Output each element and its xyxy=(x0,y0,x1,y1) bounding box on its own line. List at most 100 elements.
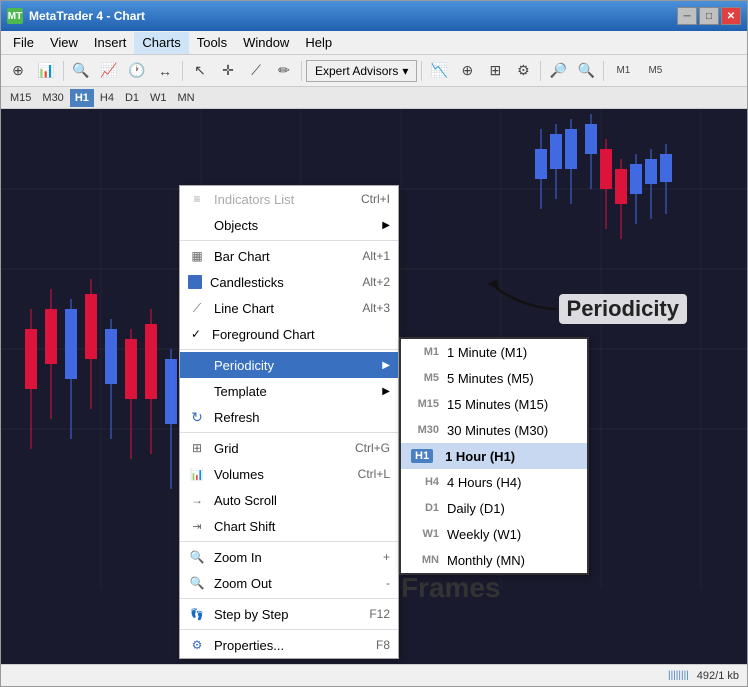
menu-insert[interactable]: Insert xyxy=(86,32,135,54)
period-m1-label: 1 Minute (M1) xyxy=(447,345,527,360)
zoom-out-icon: 🔍 xyxy=(188,574,206,592)
tf-h4[interactable]: H4 xyxy=(95,89,119,107)
app-icon: MT xyxy=(7,8,23,24)
menu-item-candlesticks[interactable]: Candlesticks Alt+2 xyxy=(180,269,398,295)
minimize-button[interactable]: ─ xyxy=(677,7,697,25)
period-m15-code: M15 xyxy=(411,398,439,410)
template-label: Template xyxy=(214,384,267,399)
period-m5[interactable]: M5 5 Minutes (M5) xyxy=(401,365,587,391)
period-m1[interactable]: M1 1 Minute (M1) xyxy=(401,339,587,365)
period-m5-btn[interactable]: M5 xyxy=(640,59,670,83)
zoom-in-btn[interactable]: 🔍 xyxy=(68,59,94,83)
memory-usage: 492/1 kb xyxy=(697,670,739,682)
expert-advisors-label: Expert Advisors xyxy=(315,64,398,78)
period-btn[interactable]: 🕐 xyxy=(124,59,150,83)
tf-w1[interactable]: W1 xyxy=(145,89,172,107)
period-m30-label: 30 Minutes (M30) xyxy=(447,423,548,438)
tf-m15[interactable]: M15 xyxy=(5,89,36,107)
tf-d1[interactable]: D1 xyxy=(120,89,144,107)
menu-window[interactable]: Window xyxy=(235,32,297,54)
period-h4-label: 4 Hours (H4) xyxy=(447,475,521,490)
expert-advisors-btn[interactable]: Expert Advisors ▾ xyxy=(306,60,417,82)
menu-item-line-chart[interactable]: ⟋ Line Chart Alt+3 xyxy=(180,295,398,321)
period-m1-btn[interactable]: M1 xyxy=(608,59,638,83)
zoom-out-shortcut: - xyxy=(386,576,390,590)
period-h4[interactable]: H4 4 Hours (H4) xyxy=(401,469,587,495)
period-mn[interactable]: MN Monthly (MN) xyxy=(401,547,587,573)
toolbar-sep-4 xyxy=(421,61,422,81)
period-d1[interactable]: D1 Daily (D1) xyxy=(401,495,587,521)
tf-h1[interactable]: H1 xyxy=(70,89,94,107)
menu-view[interactable]: View xyxy=(42,32,86,54)
foreground-chart-check-icon: ✓ xyxy=(188,327,204,341)
pen-btn[interactable]: ✏ xyxy=(271,59,297,83)
tf-m30[interactable]: M30 xyxy=(37,89,68,107)
menu-item-periodicity[interactable]: Periodicity ▶ xyxy=(180,352,398,378)
period-m15[interactable]: M15 15 Minutes (M15) xyxy=(401,391,587,417)
period-h1-active-box: H1 xyxy=(411,449,433,463)
maximize-button[interactable]: □ xyxy=(699,7,719,25)
menu-item-volumes[interactable]: 📊 Volumes Ctrl+L xyxy=(180,461,398,487)
menu-item-zoom-in[interactable]: 🔍 Zoom In + xyxy=(180,544,398,570)
menu-item-refresh[interactable]: ↻ Refresh xyxy=(180,404,398,430)
zoom-chart-btn[interactable]: ⊕ xyxy=(454,59,480,83)
scroll-btn[interactable]: ⊞ xyxy=(482,59,508,83)
chart-indicator-btn[interactable]: 📉 xyxy=(426,59,452,83)
candlesticks-shortcut: Alt+2 xyxy=(362,275,390,289)
menu-item-bar-chart[interactable]: ▦ Bar Chart Alt+1 xyxy=(180,243,398,269)
objects-icon xyxy=(188,216,206,234)
grid-icon: ⊞ xyxy=(188,439,206,457)
menu-item-chart-shift[interactable]: ⇥ Chart Shift xyxy=(180,513,398,539)
cursor-btn[interactable]: ↖ xyxy=(187,59,213,83)
menu-item-indicators-list[interactable]: ≡ Indicators List Ctrl+I xyxy=(180,186,398,212)
period-m30[interactable]: M30 30 Minutes (M30) xyxy=(401,417,587,443)
menu-item-zoom-out[interactable]: 🔍 Zoom Out - xyxy=(180,570,398,596)
magnify-out-btn[interactable]: 🔍 xyxy=(573,59,599,83)
arrow-btn[interactable]: ↔ xyxy=(152,59,178,83)
menu-file[interactable]: File xyxy=(5,32,42,54)
menu-sep-4 xyxy=(180,541,398,542)
grid-label: Grid xyxy=(214,441,239,456)
period-mn-code: MN xyxy=(411,554,439,566)
toolbar-sep-5 xyxy=(540,61,541,81)
line-chart-label: Line Chart xyxy=(214,301,274,316)
menu-item-auto-scroll[interactable]: → Auto Scroll xyxy=(180,487,398,513)
toolbar-sep-1 xyxy=(63,61,64,81)
menu-item-step-by-step[interactable]: 👣 Step by Step F12 xyxy=(180,601,398,627)
menu-item-properties[interactable]: ⚙ Properties... F8 xyxy=(180,632,398,658)
properties-icon: ⚙ xyxy=(188,636,206,654)
menu-charts[interactable]: Charts xyxy=(134,32,188,54)
volumes-shortcut: Ctrl+L xyxy=(358,467,390,481)
magnify-in-btn[interactable]: 🔎 xyxy=(545,59,571,83)
timeframe-bar: M15 M30 H1 H4 D1 W1 MN xyxy=(1,87,747,109)
menu-item-template[interactable]: Template ▶ xyxy=(180,378,398,404)
close-button[interactable]: ✕ xyxy=(721,7,741,25)
indicator-btn[interactable]: 📈 xyxy=(96,59,122,83)
menubar: File View Insert Charts Tools Window Hel… xyxy=(1,31,747,55)
periodicity-arrow-icon: ▶ xyxy=(382,360,390,371)
period-h1[interactable]: H1 1 Hour (H1) xyxy=(401,443,587,469)
menu-item-objects[interactable]: Objects ▶ xyxy=(180,212,398,238)
chart-area[interactable]: Chart Time Frames Periodicity ≡ Indicato… xyxy=(1,109,747,664)
menu-tools[interactable]: Tools xyxy=(189,32,235,54)
new-chart-btn[interactable]: ⊕ xyxy=(5,59,31,83)
period-h4-code: H4 xyxy=(411,476,439,488)
period-m1-code: M1 xyxy=(411,346,439,358)
volumes-icon: 📊 xyxy=(188,465,206,483)
refresh-label: Refresh xyxy=(214,410,260,425)
chart-type-btn[interactable]: 📊 xyxy=(33,59,59,83)
menu-item-foreground-chart[interactable]: ✓ Foreground Chart xyxy=(180,321,398,347)
period-m5-label: 5 Minutes (M5) xyxy=(447,371,534,386)
settings-btn[interactable]: ⚙ xyxy=(510,59,536,83)
menu-item-grid[interactable]: ⊞ Grid Ctrl+G xyxy=(180,435,398,461)
period-w1[interactable]: W1 Weekly (W1) xyxy=(401,521,587,547)
candlesticks-icon xyxy=(188,275,202,289)
crosshair-btn[interactable]: ✛ xyxy=(215,59,241,83)
line-btn[interactable]: ⟋ xyxy=(243,59,269,83)
chart-shift-icon: ⇥ xyxy=(188,517,206,535)
line-chart-shortcut: Alt+3 xyxy=(362,301,390,315)
tf-mn[interactable]: MN xyxy=(173,89,200,107)
menu-help[interactable]: Help xyxy=(297,32,340,54)
template-arrow-icon: ▶ xyxy=(382,386,390,397)
step-by-step-label: Step by Step xyxy=(214,607,288,622)
